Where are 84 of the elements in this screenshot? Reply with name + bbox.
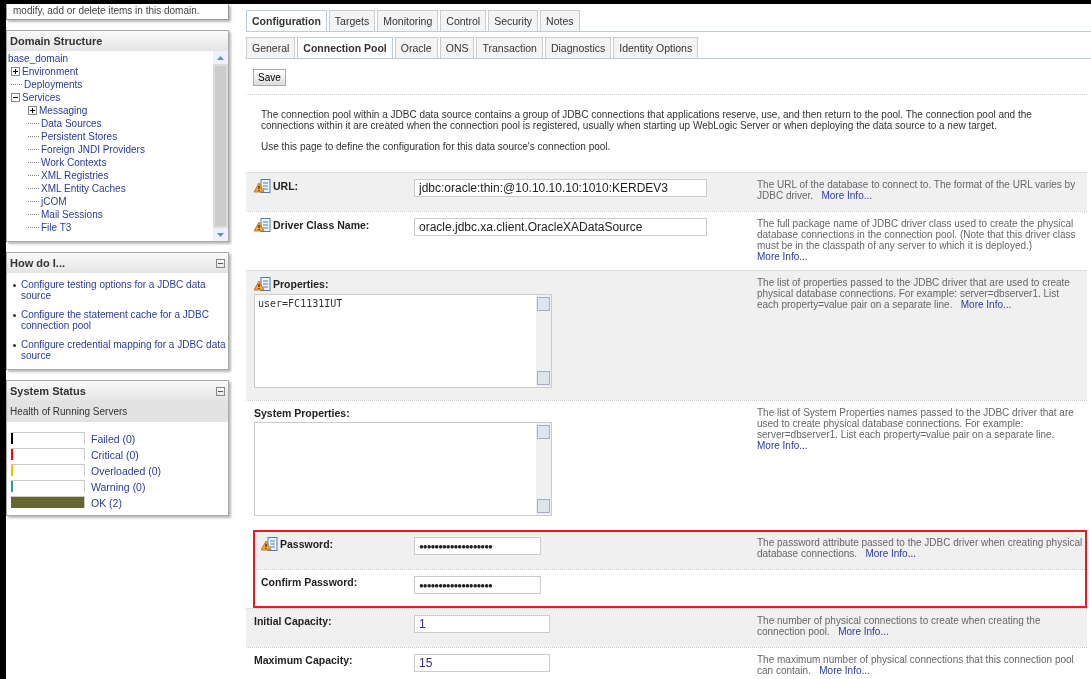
tree-item[interactable]: jCOM xyxy=(41,195,67,208)
field-label: Password: xyxy=(280,538,334,550)
expander-icon[interactable] xyxy=(28,106,37,115)
collapse-icon[interactable] xyxy=(216,258,225,268)
panel-title: Domain Structure xyxy=(7,31,228,51)
tree-item[interactable]: XML Entity Caches xyxy=(41,182,126,195)
input-field[interactable]: 1 xyxy=(414,615,550,633)
status-link[interactable]: Overloaded (0) xyxy=(91,464,162,477)
status-link[interactable]: Critical (0) xyxy=(91,448,139,461)
tab[interactable]: Control xyxy=(440,10,487,31)
input-field[interactable]: 15 xyxy=(414,654,550,672)
more-info-link[interactable]: More Info... xyxy=(819,665,870,676)
tree-item[interactable]: Work Contexts xyxy=(41,156,107,169)
tree-item[interactable]: XML Registries xyxy=(41,169,109,182)
scroll-down-icon[interactable] xyxy=(217,232,224,237)
input-field[interactable]: oracle.jdbc.xa.client.OracleXADataSource xyxy=(414,218,707,236)
field-label: Properties: xyxy=(273,278,329,290)
field-label: Maximum Capacity: xyxy=(254,654,353,666)
tree-item[interactable]: Services xyxy=(22,91,61,104)
more-info-link[interactable]: More Info... xyxy=(821,190,873,201)
scrollbar[interactable] xyxy=(213,51,228,241)
field-label: URL: xyxy=(273,180,299,192)
field-description: The URL of the database to connect to. The format of the URL varies by JDBC driver. More Info... xyxy=(757,179,1077,201)
tab[interactable]: Monitoring xyxy=(377,10,439,31)
tree-item[interactable]: Messaging xyxy=(39,104,88,117)
tab[interactable]: Security xyxy=(488,10,539,31)
more-info-link[interactable]: More Info... xyxy=(865,548,916,559)
tab[interactable]: Notes xyxy=(540,10,580,31)
tree-item[interactable]: Deployments xyxy=(24,78,83,91)
collapse-icon[interactable] xyxy=(216,386,225,396)
tree-item[interactable]: Persistent Stores xyxy=(41,130,118,143)
status-link[interactable]: Warning (0) xyxy=(91,480,146,493)
more-info-link[interactable]: More Info... xyxy=(757,440,808,451)
tab[interactable]: Oracle xyxy=(394,37,438,58)
help-text: modify, add or delete items in this domain. xyxy=(13,5,200,16)
scroll-up-icon[interactable] xyxy=(217,55,224,60)
more-info-link[interactable]: More Info... xyxy=(838,626,889,637)
bullet-icon xyxy=(13,314,16,317)
tree-item[interactable]: Mail Sessions xyxy=(41,208,103,221)
bullet-icon xyxy=(13,284,16,287)
textarea-field[interactable]: user=FC1131IUT xyxy=(254,294,552,388)
field-label: Initial Capacity: xyxy=(254,615,332,627)
field-label: Driver Class Name: xyxy=(273,219,370,231)
bullet-icon xyxy=(13,344,16,347)
field-description: The maximum number of physical connections that this connection pool can contain. More Info... xyxy=(757,654,1075,676)
input-field[interactable]: ●●●●●●●●●●●●●●●●●●● xyxy=(414,576,541,594)
field-description: The password attribute passed to the JDBC driver when creating physical database connections. More Info... xyxy=(757,537,1083,559)
field-label: Confirm Password: xyxy=(261,576,358,588)
more-info-link[interactable]: More Info... xyxy=(960,299,1012,310)
field-description: The number of physical connections to create when creating the connection pool. More Info... xyxy=(757,615,1042,637)
tree-item[interactable]: Environment xyxy=(22,65,79,78)
more-info-link[interactable]: More Info... xyxy=(757,251,808,262)
help-link[interactable]: Configure the statement cache for a JDBC connection pool xyxy=(21,309,228,331)
expander-icon[interactable] xyxy=(11,93,20,102)
input-field[interactable]: ●●●●●●●●●●●●●●●●●●● xyxy=(414,537,541,555)
tab[interactable]: Targets xyxy=(328,10,376,31)
status-link[interactable]: OK (2) xyxy=(91,496,122,509)
field-description: The list of properties passed to the JDBC driver that are used to create physical database connections. For example: server=dbserver1. List each property=value pair on a separate line. More Info... xyxy=(757,277,1071,310)
textarea-field[interactable] xyxy=(254,422,552,516)
field-description: The full package name of JDBC driver class used to create the physical database connections in the connection pool. (Note that this driver class must be in the classpath of any server to which it is deployed.) More Info... xyxy=(757,218,1077,262)
panel-title: How do I... xyxy=(10,257,65,269)
expander-icon[interactable] xyxy=(11,67,20,76)
field-label: System Properties: xyxy=(254,407,350,419)
panel-subtitle: Health of Running Servers xyxy=(7,401,228,422)
tab[interactable]: Connection Pool xyxy=(297,37,393,58)
status-link[interactable]: Failed (0) xyxy=(91,432,136,445)
tree-item[interactable]: base_domain xyxy=(8,52,213,65)
tree-item[interactable]: Foreign JNDI Providers xyxy=(41,143,145,156)
intro-text: Use this page to define the configuration for this data source's connection pool. xyxy=(261,141,612,152)
tree-item[interactable]: Data Sources xyxy=(41,117,102,130)
input-field[interactable]: jdbc:oracle:thin:@10.10.10.10:1010:KERDEV3 xyxy=(414,179,707,197)
save-button[interactable]: Save xyxy=(253,69,286,86)
tab[interactable]: Identity Options xyxy=(613,37,699,58)
intro-text: The connection pool within a JDBC data source contains a group of JDBC connections that applications reserve, use, and then return to the pool. The connection pool and the connections within it are created when the connection pool is registered, usually when starting up WebLogic Server or when deploying the data source to a new target. xyxy=(261,109,1033,131)
help-link[interactable]: Configure credential mapping for a JDBC data source xyxy=(21,339,228,361)
help-link[interactable]: Configure testing options for a JDBC data source xyxy=(21,279,228,301)
tree-item[interactable]: File T3 xyxy=(41,221,72,234)
tab[interactable]: Configuration xyxy=(246,10,327,31)
tab[interactable]: ONS xyxy=(439,37,475,58)
panel-title: System Status xyxy=(10,385,86,397)
tab[interactable]: Transaction xyxy=(476,37,543,58)
tab[interactable]: Diagnostics xyxy=(544,37,612,58)
field-description: The list of System Properties names passed to the JDBC driver that are used to create physical database connections. For example: server=dbserver1. List each property=value pair on a separate line. More Info... xyxy=(757,407,1075,451)
tab[interactable]: General xyxy=(246,37,296,58)
